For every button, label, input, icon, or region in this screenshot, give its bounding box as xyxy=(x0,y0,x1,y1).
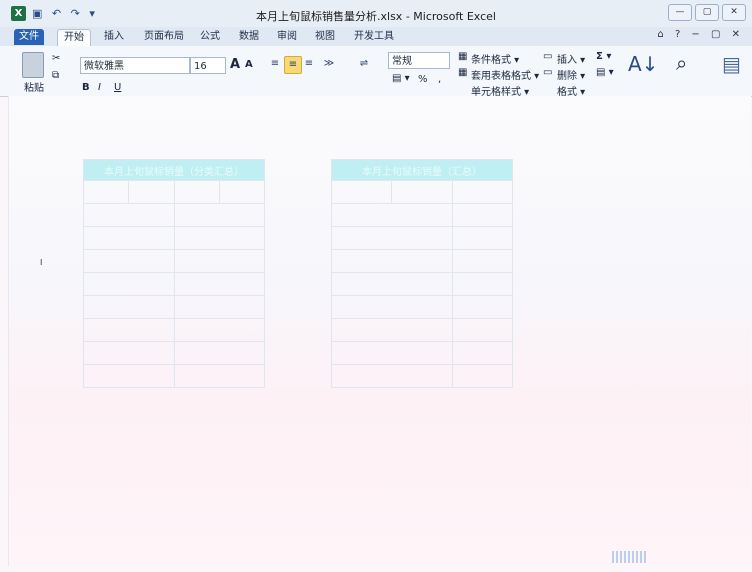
align-top-icon[interactable]: ≡ xyxy=(267,56,283,72)
ribbon-tabs: 文件 开始 插入 页面布局 公式 数据 审阅 视图 开发工具 xyxy=(0,27,752,46)
text-cursor-icon: I xyxy=(40,258,43,267)
table-cell[interactable] xyxy=(173,226,265,250)
table-cell[interactable] xyxy=(451,295,514,319)
table-row[interactable] xyxy=(331,341,453,365)
table-row[interactable] xyxy=(331,249,453,273)
zoom-slider[interactable] xyxy=(612,551,646,563)
table-format-button[interactable]: 套用表格格式 ▾ xyxy=(471,67,539,82)
table-cell[interactable] xyxy=(173,249,265,273)
table-cell[interactable] xyxy=(173,295,265,319)
format-cells-button[interactable]: 格式 ▾ xyxy=(557,83,585,96)
table-left-title: 本月上旬鼠标销量（分类汇总） xyxy=(83,159,265,181)
underline-button[interactable]: U xyxy=(114,82,121,93)
tab-page-layout[interactable]: 页面布局 xyxy=(138,29,190,45)
table-cell[interactable] xyxy=(451,318,514,342)
italic-button[interactable]: I xyxy=(98,82,101,93)
table-right-col xyxy=(391,180,453,204)
currency-icon[interactable]: ▤ ▾ xyxy=(392,73,410,84)
table-row[interactable] xyxy=(83,318,175,342)
close-button[interactable]: ✕ xyxy=(722,4,746,21)
tab-insert[interactable]: 插入 xyxy=(98,29,130,45)
table-left-col xyxy=(128,180,175,204)
fill-icon[interactable]: ▤ ▾ xyxy=(596,67,614,78)
tab-review[interactable]: 审阅 xyxy=(271,29,303,45)
table-row[interactable] xyxy=(331,272,453,296)
table-right-col xyxy=(451,180,514,204)
table-cell[interactable] xyxy=(451,364,514,388)
font-size-select[interactable]: 16 xyxy=(190,57,226,74)
delete-cells-button[interactable]: 删除 ▾ xyxy=(557,67,585,82)
tab-home[interactable]: 开始 xyxy=(57,29,91,46)
cut-icon[interactable]: ✂ xyxy=(52,53,60,64)
conditional-format-icon[interactable]: ▦ xyxy=(458,51,467,62)
table-cell[interactable] xyxy=(451,272,514,296)
comma-button[interactable]: , xyxy=(438,74,441,85)
table-cell[interactable] xyxy=(451,341,514,365)
table-row[interactable] xyxy=(331,318,453,342)
shrink-font-button[interactable]: A xyxy=(245,59,253,70)
ribbon-home: 粘贴 ✂ ⧉ 微软雅黑 16 A A B I U ≡ ≡ ≡ ≫ ⇌ 常规 ▤ … xyxy=(0,46,752,97)
table-row[interactable] xyxy=(83,295,175,319)
table-cell[interactable] xyxy=(173,203,265,227)
autosum-button[interactable]: Σ ▾ xyxy=(596,51,611,62)
grow-font-button[interactable]: A xyxy=(230,57,240,72)
table-cell[interactable] xyxy=(173,318,265,342)
percent-button[interactable]: % xyxy=(418,74,428,85)
table-left-col xyxy=(82,180,130,204)
tab-file[interactable]: 文件 xyxy=(14,29,44,45)
align-bottom-icon[interactable]: ≡ xyxy=(301,56,317,72)
table-row[interactable] xyxy=(83,249,175,273)
font-name-select[interactable]: 微软雅黑 xyxy=(80,57,190,74)
align-middle-icon[interactable]: ≡ xyxy=(284,56,302,74)
table-row[interactable] xyxy=(331,295,453,319)
wrap-text-icon[interactable]: ⇌ xyxy=(356,56,372,72)
table-row[interactable] xyxy=(331,203,453,227)
table-row[interactable] xyxy=(83,364,175,388)
table-row[interactable] xyxy=(83,203,175,227)
table-cell[interactable] xyxy=(173,364,265,388)
paste-label[interactable]: 粘贴 xyxy=(24,79,44,94)
help-controls[interactable]: ⌂ ? − ▢ ✕ xyxy=(657,29,744,40)
table-left-col xyxy=(173,180,220,204)
orientation-icon[interactable]: ≫ xyxy=(321,56,337,72)
table-left-col xyxy=(218,180,266,204)
table-row[interactable] xyxy=(331,364,453,388)
table-cell[interactable] xyxy=(173,341,265,365)
table-row[interactable] xyxy=(83,226,175,250)
insert-cells-icon[interactable]: ▭ xyxy=(543,51,552,62)
table-cell[interactable] xyxy=(451,203,514,227)
table-format-icon[interactable]: ▦ xyxy=(458,67,467,78)
table-right-title: 本月上旬鼠标销量（汇总） xyxy=(331,159,513,181)
bold-button[interactable]: B xyxy=(82,82,90,93)
table-cell[interactable] xyxy=(173,272,265,296)
sort-filter-icon[interactable]: A↓ xyxy=(628,52,658,76)
table-row[interactable] xyxy=(83,272,175,296)
tab-view[interactable]: 视图 xyxy=(309,29,341,45)
table-row[interactable] xyxy=(83,341,175,365)
number-format-select[interactable]: 常规 xyxy=(388,52,450,69)
title-bar: X ▣ ↶ ↷ ▾ 本月上旬鼠标销售量分析.xlsx - Microsoft E… xyxy=(0,0,752,28)
tab-developer[interactable]: 开发工具 xyxy=(348,29,400,45)
table-cell[interactable] xyxy=(451,249,514,273)
cell-styles-button[interactable]: 单元格样式 ▾ xyxy=(471,83,529,96)
worksheet-area[interactable]: 本月上旬鼠标销量（分类汇总） 本月上旬鼠标销量（汇总） xyxy=(8,96,751,566)
table-right: 本月上旬鼠标销量（汇总） xyxy=(330,159,514,388)
delete-cells-icon[interactable]: ▭ xyxy=(543,67,552,78)
tab-data[interactable]: 数据 xyxy=(233,29,265,45)
conditional-format-button[interactable]: 条件格式 ▾ xyxy=(471,51,519,66)
table-cell[interactable] xyxy=(451,226,514,250)
copy-icon[interactable]: ⧉ xyxy=(52,70,59,81)
paste-icon[interactable] xyxy=(22,52,44,78)
table-right-col xyxy=(330,180,393,204)
window-title: 本月上旬鼠标销售量分析.xlsx - Microsoft Excel xyxy=(256,10,496,23)
insert-cells-button[interactable]: 插入 ▾ xyxy=(557,51,585,66)
minimize-button[interactable]: — xyxy=(668,4,692,21)
binoculars-icon[interactable]: ⌕ xyxy=(676,51,687,75)
table-row[interactable] xyxy=(331,226,453,250)
tab-formulas[interactable]: 公式 xyxy=(194,29,226,45)
sheet-options-icon[interactable]: ▤ xyxy=(722,52,741,76)
table-left: 本月上旬鼠标销量（分类汇总） xyxy=(82,159,266,388)
restore-button[interactable]: ▢ xyxy=(695,4,719,21)
